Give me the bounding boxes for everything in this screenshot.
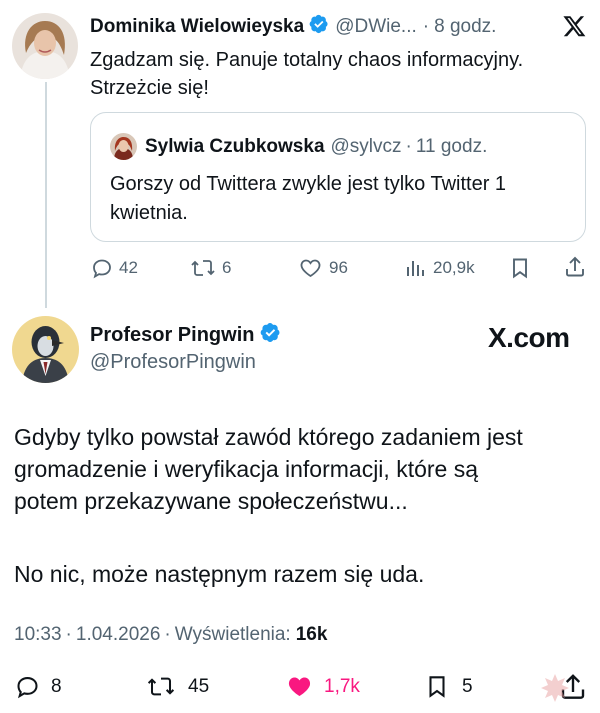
x-com-brand-label: X.com	[488, 322, 570, 353]
watermark-icon	[540, 672, 570, 707]
bookmark-icon[interactable]	[508, 256, 532, 285]
heart-icon	[298, 256, 323, 280]
separator-dot: ·	[164, 624, 171, 645]
verified-badge-icon	[309, 14, 329, 40]
separator-dot: ·	[422, 16, 430, 37]
main-text-line-2: gromadzenie i weryfikacja informacji, kt…	[14, 456, 479, 482]
repost-icon	[146, 673, 176, 700]
reply-author-name[interactable]: Dominika Wielowieyska	[90, 16, 304, 38]
heart-filled-icon	[285, 673, 314, 700]
bookmark-icon	[424, 673, 450, 700]
reply-count: 42	[119, 258, 138, 277]
views-button[interactable]: 20,9k	[404, 256, 475, 280]
verified-badge-icon	[260, 322, 281, 349]
main-like-count: 1,7k	[324, 675, 360, 697]
quote-text-line-1: Gorszy od Twittera zwykle jest tylko Twi…	[110, 173, 507, 195]
like-button[interactable]: 96	[298, 256, 348, 280]
reply-timestamp[interactable]: 8 godz.	[434, 16, 496, 38]
avatar-sylwia[interactable]	[110, 133, 137, 160]
main-repost-button[interactable]: 45	[146, 673, 209, 700]
reply-author-handle[interactable]: @DWie...	[335, 16, 417, 38]
quote-author-handle[interactable]: @sylvcz	[331, 136, 402, 158]
separator-dot: ·	[65, 624, 72, 645]
main-reply-count: 8	[51, 675, 62, 697]
main-author-name[interactable]: Profesor Pingwin	[90, 324, 254, 347]
views-label: Wyświetlenia:	[174, 624, 291, 645]
reply-button[interactable]: 42	[90, 256, 138, 280]
post-time[interactable]: 10:33	[14, 624, 62, 646]
avatar-profesor-pingwin[interactable]	[12, 316, 79, 383]
quote-author-name[interactable]: Sylwia Czubkowska	[145, 136, 325, 158]
post-date[interactable]: 1.04.2026	[76, 624, 161, 646]
quoted-tweet-card[interactable]: Sylwia Czubkowska @sylvcz · 11 godz. Gor…	[90, 112, 586, 242]
views-count: 20,9k	[433, 258, 475, 277]
main-text-line-3: potem przekazywane społeczeństwu...	[14, 488, 408, 514]
main-repost-count: 45	[188, 675, 210, 697]
reply-text-line-1: Zgadzam się. Panuje totalny chaos inform…	[90, 49, 524, 71]
x-logo-icon[interactable]	[562, 14, 587, 43]
avatar-dominika[interactable]	[12, 13, 78, 79]
main-bookmark-count: 5	[462, 675, 473, 697]
quote-text-line-2: kwietnia.	[110, 202, 188, 224]
thread-line	[45, 82, 47, 308]
repost-icon	[190, 256, 216, 280]
reply-text-line-2: Strzeżcie się!	[90, 77, 209, 99]
like-count: 96	[329, 258, 348, 277]
analytics-icon	[404, 256, 428, 280]
repost-count: 6	[222, 258, 232, 277]
separator-dot: ·	[405, 136, 412, 157]
main-reply-button[interactable]: 8	[14, 673, 62, 700]
comment-icon	[90, 256, 114, 280]
quote-timestamp[interactable]: 11 godz.	[416, 136, 487, 158]
main-text-line-1: Gdyby tylko powstał zawód którego zadani…	[14, 424, 523, 450]
views-value: 16k	[295, 624, 328, 645]
main-bookmark-button[interactable]: 5	[424, 673, 473, 700]
main-author-handle[interactable]: @ProfesorPingwin	[90, 351, 256, 374]
share-icon[interactable]	[563, 255, 587, 284]
repost-button[interactable]: 6	[190, 256, 231, 280]
main-text-line-4: No nic, może następnym razem się uda.	[14, 561, 425, 587]
main-like-button[interactable]: 1,7k	[285, 673, 360, 700]
comment-icon	[14, 673, 41, 700]
